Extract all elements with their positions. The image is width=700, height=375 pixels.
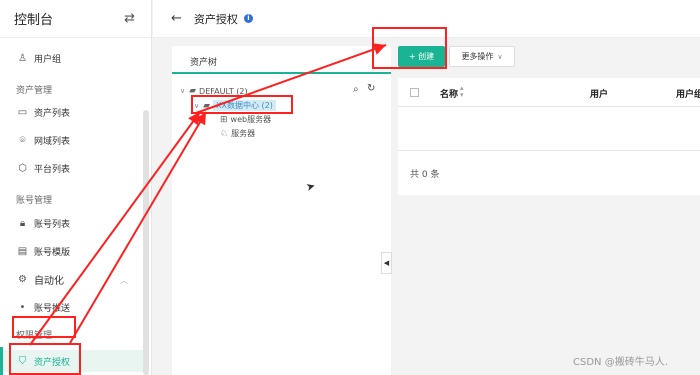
refresh-icon[interactable]: ↻ [367,83,375,94]
annotation-box-permission-group [12,316,76,338]
tree-leaf-web[interactable]: ⊞ web服务器 [220,114,271,125]
permission-table: 名称 ▴ ▾ 用户 用户组 共 0 条 [398,78,700,195]
sidebar-item-user-groups[interactable]: ♙ 用户组 [0,47,140,69]
active-indicator [0,347,3,375]
info-icon[interactable]: i [243,14,253,23]
table-divider [398,150,700,151]
sidebar-item-account-template[interactable]: ▤ 账号模版 [0,240,140,262]
sidebar-item-label: 网域列表 [34,136,71,147]
back-arrow-icon[interactable]: ← [171,11,182,26]
sidebar-item-asset-list[interactable]: ▭ 资产列表 [0,101,140,123]
location-icon: ⌾ [19,134,26,146]
annotation-box-create [372,27,447,69]
select-all-checkbox[interactable] [410,88,419,97]
more-actions-label: 更多操作 [461,52,494,61]
sidebar-group-accounts: 账号管理 [16,196,53,206]
sidebar-item-label: 账号推送 [34,303,71,314]
annotation-box-asset-permission [9,343,81,375]
sidebar-item-label: 资产列表 [34,108,71,119]
cube-icon: ⬡ [18,162,27,174]
swap-icon[interactable]: ⇄ [124,11,135,26]
tree-leaf-label: 服务器 [231,129,256,138]
sidebar-item-label: 用户组 [34,54,62,65]
lock-icon: 🔒︎ [19,217,26,229]
chevron-down-icon: ∨ [497,52,503,61]
collapse-panel-button[interactable]: ◀ [381,252,392,274]
tree-leaf-label: web服务器 [230,115,272,124]
more-actions-dropdown[interactable]: 更多操作 ∨ [449,46,515,67]
dot-icon: • [19,301,26,313]
sort-icon[interactable]: ▴ ▾ [460,85,464,99]
automation-icon: ⚙ [18,273,27,285]
table-header: 名称 ▴ ▾ 用户 用户组 [398,78,700,107]
sidebar-item-account-list[interactable]: 🔒︎ 账号列表 [0,212,140,234]
sidebar-item-account-push[interactable]: • 账号推送 [0,296,140,318]
sidebar-item-label: 自动化 [34,275,64,287]
windows-icon: ⊞ [220,114,228,125]
sidebar-item-label: 账号模版 [34,247,71,258]
page-title: 资产授权 [193,12,238,26]
chevron-down-icon[interactable]: ∨ [180,87,185,95]
template-icon: ▤ [17,245,28,257]
annotation-box-datacenter [191,95,293,114]
sidebar-scrollbar[interactable] [143,110,149,375]
watermark: CSDN @搬砖牛马人. [573,357,668,368]
monitor-icon: ▭ [17,106,28,118]
chevron-up-icon[interactable]: ︿ [120,275,128,286]
sidebar-header: 控制台 ⇄ [0,0,151,38]
column-name[interactable]: 名称 [440,87,458,100]
column-user-groups[interactable]: 用户组 [676,87,700,100]
tab-asset-tree[interactable]: 资产树 [172,46,391,74]
user-group-icon: ♙ [18,52,27,64]
app-title: 控制台 [14,13,54,28]
column-users[interactable]: 用户 [590,87,608,100]
sidebar-item-platform-list[interactable]: ⬡ 平台列表 [0,157,140,179]
sidebar-item-automation[interactable]: ⚙ 自动化 [0,268,140,290]
sidebar-group-assets: 资产管理 [16,86,53,96]
linux-icon: ♘ [220,128,229,139]
tree-leaf-server[interactable]: ♘ 服务器 [220,128,255,139]
sidebar-item-label: 平台列表 [34,164,71,175]
sidebar-item-domain-list[interactable]: ⌾ 网域列表 [0,129,140,151]
search-icon[interactable]: ⌕ [353,84,359,95]
tab-label: 资产树 [190,58,218,68]
table-total: 共 0 条 [410,170,440,180]
sidebar-item-label: 账号列表 [34,219,71,230]
